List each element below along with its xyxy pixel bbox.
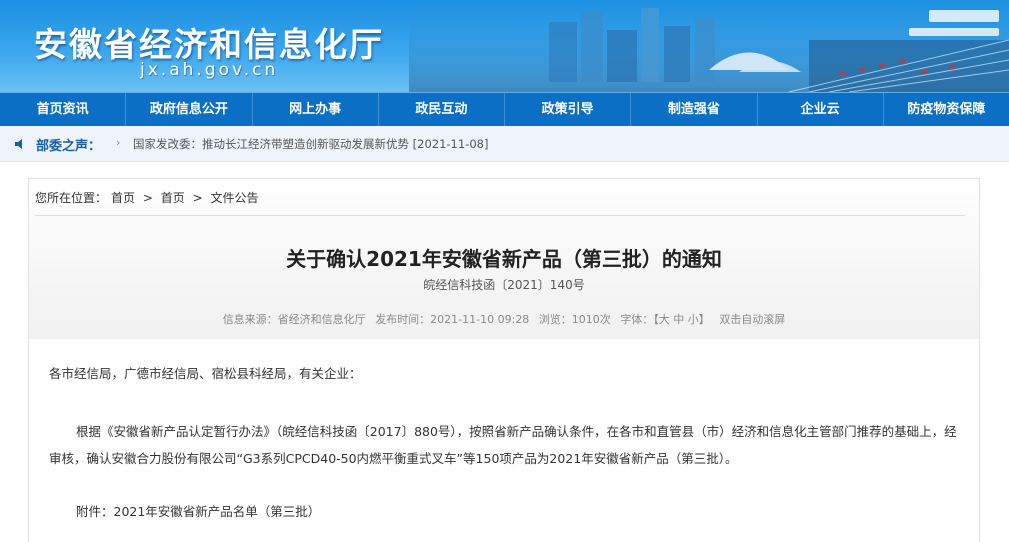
breadcrumb-link-home[interactable]: 首页 [111,191,135,205]
nav-item-online-service[interactable]: 网上办事 [253,93,379,126]
nav-item-epidemic-supplies[interactable]: 防疫物资保障 [884,93,1009,126]
nav-item-manufacturing[interactable]: 制造强省 [631,93,758,126]
article-title: 关于确认2021年安徽省新产品（第三批）的通知 [286,247,722,271]
breadcrumb-link-announcements[interactable]: 文件公告 [210,191,258,205]
divider [35,215,965,216]
nav-item-gov-info[interactable]: 政府信息公开 [126,93,253,126]
news-ticker: 部委之声： › 国家发改委：推动长江经济带塑造创新驱动发展新优势 [2021-1… [0,126,1009,162]
autoscroll-button[interactable]: 双击自动滚屏 [719,313,785,326]
attachment-link[interactable]: 附件：2021年安徽省新产品名单（第三批） [76,501,320,520]
nav-item-policy[interactable]: 政策引导 [505,93,632,126]
font-size-options[interactable]: 【大 中 小】 [653,313,710,326]
breadcrumb-prefix: 您所在位置： [35,191,108,205]
site-domain: jx.ah.gov.cn [140,60,279,80]
document-number: 皖经信科技函〔2021〕140号 [423,278,585,292]
meta-source: 信息来源：省经济和信息化厅 [222,313,366,326]
article-salutation: 各市经信局，广德市经信局、宿松县科经局，有关企业： [49,366,362,381]
site-title[interactable]: 安徽省经济和信息化厅 [34,18,384,66]
nav-item-home-news[interactable]: 首页资讯 [0,93,127,126]
ticker-label: 部委之声： [36,139,102,154]
meta-publish-time: 发布时间：2021-11-10 09:28 [375,313,530,326]
main-nav: 首页资讯 政府信息公开 网上办事 政民互动 政策引导 制造强省 企业云 防疫物资… [0,92,1009,126]
article-paragraph: 根据《安徽省新产品认定暂行办法》（皖经信科技函〔2017〕880号），按照省新产… [49,424,957,466]
ticker-news-link[interactable]: 国家发改委：推动长江经济带塑造创新驱动发展新优势 [2021-11-08] [133,136,488,152]
article-panel: 您所在位置： 首页 > 首页 > 文件公告 关于确认2021年安徽省新产品（第三批… [28,178,980,542]
chevron-right-icon: › [116,136,121,149]
city-skyline-banner [409,0,1009,92]
meta-views: 浏览：1010次 [538,313,611,326]
breadcrumb-separator: > [142,191,153,205]
breadcrumb-separator: > [192,191,203,205]
breadcrumb-link-home-2[interactable]: 首页 [161,191,185,205]
article-meta: 信息来源：省经济和信息化厅 发布时间：2021-11-10 09:28 浏览：1… [29,311,979,327]
breadcrumb: 您所在位置： 首页 > 首页 > 文件公告 [35,189,263,206]
speaker-icon [15,139,22,149]
nav-item-enterprise-cloud[interactable]: 企业云 [758,93,884,126]
nav-item-interaction[interactable]: 政民互动 [379,93,505,126]
meta-font-label: 字体： [620,313,654,326]
site-header: 安徽省经济和信息化厅 jx.ah.gov.cn [0,0,1009,92]
